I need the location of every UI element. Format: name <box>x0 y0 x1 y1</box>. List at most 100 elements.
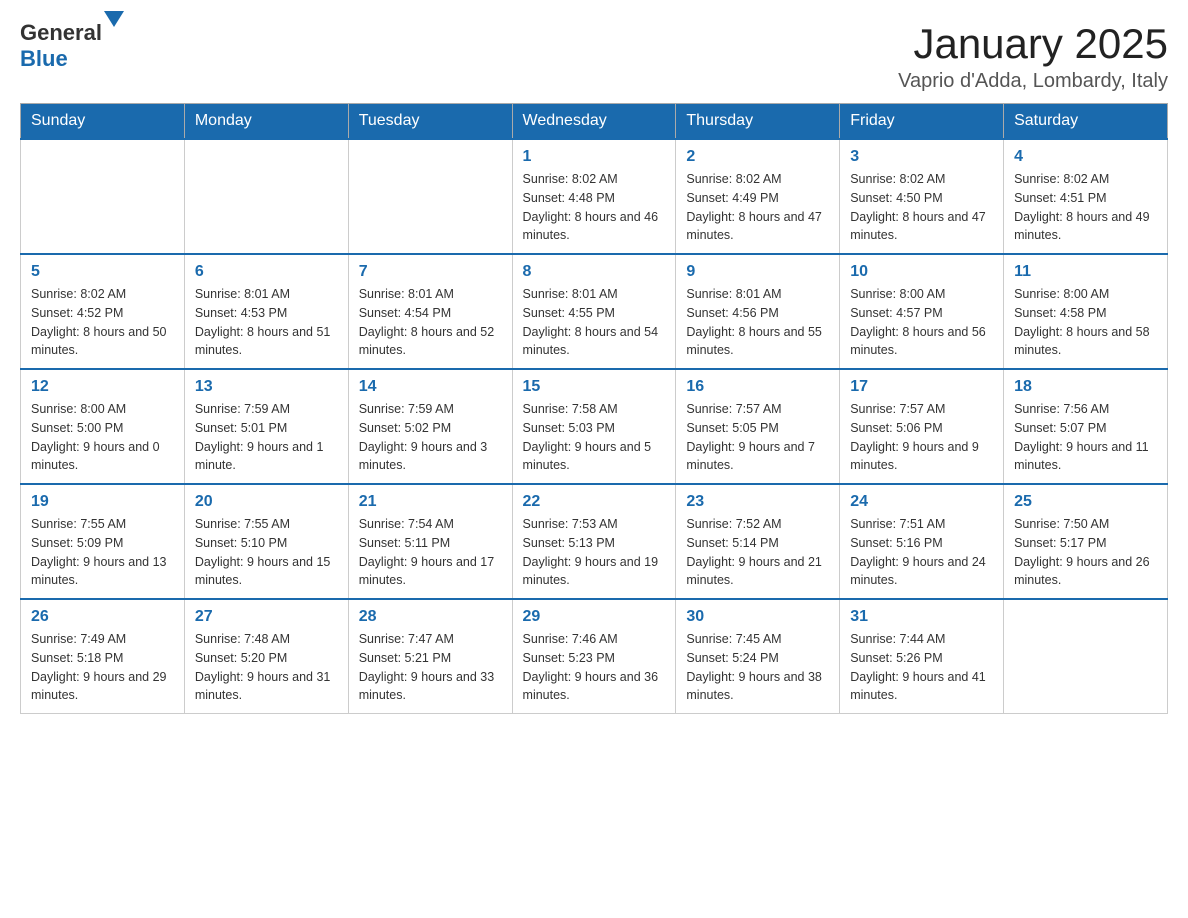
day-number: 17 <box>850 378 993 396</box>
calendar-cell: 19 Sunrise: 7:55 AM Sunset: 5:09 PM Dayli… <box>21 484 185 599</box>
day-number: 14 <box>359 378 502 396</box>
day-info: Sunrise: 7:45 AM Sunset: 5:24 PM Dayligh… <box>686 630 829 705</box>
logo: General Blue <box>20 20 124 72</box>
day-info: Sunrise: 8:01 AM Sunset: 4:54 PM Dayligh… <box>359 285 502 360</box>
day-number: 25 <box>1014 493 1157 511</box>
calendar-cell <box>348 139 512 254</box>
calendar-cell: 12 Sunrise: 8:00 AM Sunset: 5:00 PM Dayli… <box>21 369 185 484</box>
day-info: Sunrise: 8:00 AM Sunset: 5:00 PM Dayligh… <box>31 400 174 475</box>
calendar-cell: 3 Sunrise: 8:02 AM Sunset: 4:50 PM Daylig… <box>840 139 1004 254</box>
day-number: 10 <box>850 263 993 281</box>
day-info: Sunrise: 8:01 AM Sunset: 4:53 PM Dayligh… <box>195 285 338 360</box>
day-info: Sunrise: 7:50 AM Sunset: 5:17 PM Dayligh… <box>1014 515 1157 590</box>
day-number: 20 <box>195 493 338 511</box>
day-info: Sunrise: 7:57 AM Sunset: 5:06 PM Dayligh… <box>850 400 993 475</box>
day-info: Sunrise: 8:01 AM Sunset: 4:56 PM Dayligh… <box>686 285 829 360</box>
day-number: 29 <box>523 608 666 626</box>
header-wednesday: Wednesday <box>512 104 676 140</box>
day-number: 8 <box>523 263 666 281</box>
day-number: 7 <box>359 263 502 281</box>
day-info: Sunrise: 8:02 AM Sunset: 4:49 PM Dayligh… <box>686 170 829 245</box>
calendar-cell: 25 Sunrise: 7:50 AM Sunset: 5:17 PM Dayli… <box>1004 484 1168 599</box>
day-number: 28 <box>359 608 502 626</box>
day-info: Sunrise: 7:58 AM Sunset: 5:03 PM Dayligh… <box>523 400 666 475</box>
header-sunday: Sunday <box>21 104 185 140</box>
day-info: Sunrise: 7:55 AM Sunset: 5:09 PM Dayligh… <box>31 515 174 590</box>
day-number: 13 <box>195 378 338 396</box>
day-info: Sunrise: 8:02 AM Sunset: 4:48 PM Dayligh… <box>523 170 666 245</box>
day-info: Sunrise: 7:55 AM Sunset: 5:10 PM Dayligh… <box>195 515 338 590</box>
week-row-5: 26Sunrise: 7:49 AM Sunset: 5:18 PM Dayli… <box>21 599 1168 714</box>
header-tuesday: Tuesday <box>348 104 512 140</box>
calendar-cell: 15Sunrise: 7:58 AM Sunset: 5:03 PM Dayli… <box>512 369 676 484</box>
day-number: 31 <box>850 608 993 626</box>
calendar-cell: 4 Sunrise: 8:02 AM Sunset: 4:51 PM Daylig… <box>1004 139 1168 254</box>
day-number: 22 <box>523 493 666 511</box>
week-row-4: 19 Sunrise: 7:55 AM Sunset: 5:09 PM Dayli… <box>21 484 1168 599</box>
logo-text: General Blue <box>20 20 124 72</box>
calendar-cell: 5 Sunrise: 8:02 AM Sunset: 4:52 PM Daylig… <box>21 254 185 369</box>
calendar-header-row: SundayMondayTuesdayWednesdayThursdayFrid… <box>21 104 1168 140</box>
calendar-cell: 7 Sunrise: 8:01 AM Sunset: 4:54 PM Daylig… <box>348 254 512 369</box>
calendar-cell: 10 Sunrise: 8:00 AM Sunset: 4:57 PM Dayli… <box>840 254 1004 369</box>
day-info: Sunrise: 7:56 AM Sunset: 5:07 PM Dayligh… <box>1014 400 1157 475</box>
day-number: 4 <box>1014 148 1157 166</box>
calendar-cell <box>1004 599 1168 714</box>
calendar-cell: 30 Sunrise: 7:45 AM Sunset: 5:24 PM Dayli… <box>676 599 840 714</box>
calendar-cell: 2Sunrise: 8:02 AM Sunset: 4:49 PM Daylig… <box>676 139 840 254</box>
week-row-3: 12 Sunrise: 8:00 AM Sunset: 5:00 PM Dayli… <box>21 369 1168 484</box>
logo-blue: Blue <box>20 46 68 71</box>
logo-general: General <box>20 20 102 45</box>
calendar-location: Vaprio d'Adda, Lombardy, Italy <box>898 70 1168 93</box>
calendar-table: SundayMondayTuesdayWednesdayThursdayFrid… <box>20 103 1168 714</box>
day-number: 3 <box>850 148 993 166</box>
day-number: 21 <box>359 493 502 511</box>
day-number: 18 <box>1014 378 1157 396</box>
calendar-cell <box>184 139 348 254</box>
calendar-cell: 27Sunrise: 7:48 AM Sunset: 5:20 PM Dayli… <box>184 599 348 714</box>
day-info: Sunrise: 7:44 AM Sunset: 5:26 PM Dayligh… <box>850 630 993 705</box>
day-number: 1 <box>523 148 666 166</box>
calendar-cell: 21Sunrise: 7:54 AM Sunset: 5:11 PM Dayli… <box>348 484 512 599</box>
calendar-cell: 23Sunrise: 7:52 AM Sunset: 5:14 PM Dayli… <box>676 484 840 599</box>
day-info: Sunrise: 7:51 AM Sunset: 5:16 PM Dayligh… <box>850 515 993 590</box>
day-info: Sunrise: 8:02 AM Sunset: 4:51 PM Dayligh… <box>1014 170 1157 245</box>
day-number: 24 <box>850 493 993 511</box>
title-block: January 2025 Vaprio d'Adda, Lombardy, It… <box>898 20 1168 93</box>
day-number: 5 <box>31 263 174 281</box>
day-number: 12 <box>31 378 174 396</box>
calendar-cell: 13Sunrise: 7:59 AM Sunset: 5:01 PM Dayli… <box>184 369 348 484</box>
day-number: 16 <box>686 378 829 396</box>
calendar-cell: 9 Sunrise: 8:01 AM Sunset: 4:56 PM Daylig… <box>676 254 840 369</box>
day-info: Sunrise: 7:59 AM Sunset: 5:02 PM Dayligh… <box>359 400 502 475</box>
day-number: 30 <box>686 608 829 626</box>
calendar-cell: 26Sunrise: 7:49 AM Sunset: 5:18 PM Dayli… <box>21 599 185 714</box>
calendar-cell: 8 Sunrise: 8:01 AM Sunset: 4:55 PM Daylig… <box>512 254 676 369</box>
day-number: 23 <box>686 493 829 511</box>
week-row-1: 1 Sunrise: 8:02 AM Sunset: 4:48 PM Daylig… <box>21 139 1168 254</box>
calendar-cell: 20 Sunrise: 7:55 AM Sunset: 5:10 PM Dayli… <box>184 484 348 599</box>
calendar-cell: 22Sunrise: 7:53 AM Sunset: 5:13 PM Dayli… <box>512 484 676 599</box>
day-info: Sunrise: 8:00 AM Sunset: 4:57 PM Dayligh… <box>850 285 993 360</box>
calendar-cell: 16Sunrise: 7:57 AM Sunset: 5:05 PM Dayli… <box>676 369 840 484</box>
day-info: Sunrise: 7:49 AM Sunset: 5:18 PM Dayligh… <box>31 630 174 705</box>
calendar-cell: 31 Sunrise: 7:44 AM Sunset: 5:26 PM Dayli… <box>840 599 1004 714</box>
day-number: 19 <box>31 493 174 511</box>
week-row-2: 5 Sunrise: 8:02 AM Sunset: 4:52 PM Daylig… <box>21 254 1168 369</box>
calendar-cell: 18 Sunrise: 7:56 AM Sunset: 5:07 PM Dayli… <box>1004 369 1168 484</box>
calendar-cell: 24 Sunrise: 7:51 AM Sunset: 5:16 PM Dayli… <box>840 484 1004 599</box>
calendar-cell: 14 Sunrise: 7:59 AM Sunset: 5:02 PM Dayli… <box>348 369 512 484</box>
header-saturday: Saturday <box>1004 104 1168 140</box>
day-number: 9 <box>686 263 829 281</box>
day-info: Sunrise: 8:01 AM Sunset: 4:55 PM Dayligh… <box>523 285 666 360</box>
day-info: Sunrise: 8:02 AM Sunset: 4:52 PM Dayligh… <box>31 285 174 360</box>
day-info: Sunrise: 7:47 AM Sunset: 5:21 PM Dayligh… <box>359 630 502 705</box>
day-info: Sunrise: 8:00 AM Sunset: 4:58 PM Dayligh… <box>1014 285 1157 360</box>
day-info: Sunrise: 8:02 AM Sunset: 4:50 PM Dayligh… <box>850 170 993 245</box>
calendar-cell <box>21 139 185 254</box>
calendar-cell: 28 Sunrise: 7:47 AM Sunset: 5:21 PM Dayli… <box>348 599 512 714</box>
day-info: Sunrise: 7:46 AM Sunset: 5:23 PM Dayligh… <box>523 630 666 705</box>
calendar-cell: 11Sunrise: 8:00 AM Sunset: 4:58 PM Dayli… <box>1004 254 1168 369</box>
calendar-cell: 29 Sunrise: 7:46 AM Sunset: 5:23 PM Dayli… <box>512 599 676 714</box>
calendar-cell: 1 Sunrise: 8:02 AM Sunset: 4:48 PM Daylig… <box>512 139 676 254</box>
